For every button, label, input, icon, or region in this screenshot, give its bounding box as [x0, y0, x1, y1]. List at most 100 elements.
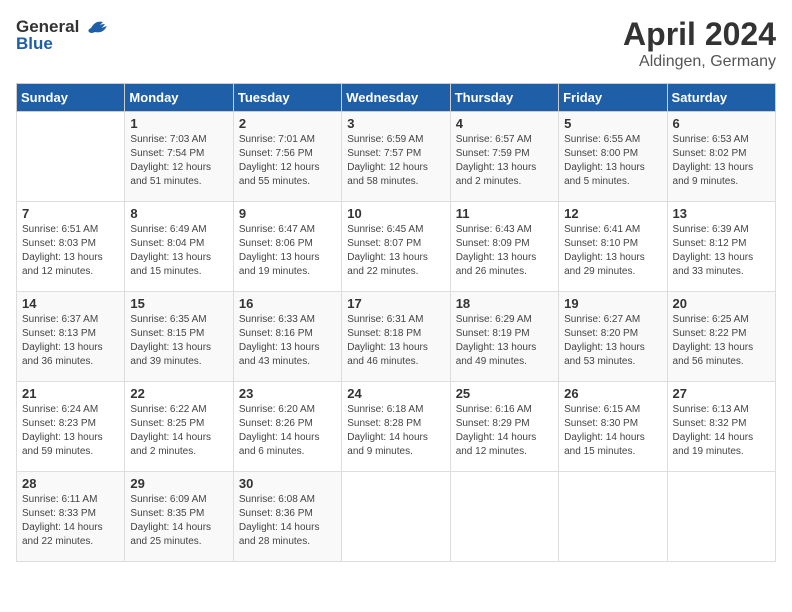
day-number: 9	[239, 206, 336, 221]
day-info: Sunrise: 6:49 AMSunset: 8:04 PMDaylight:…	[130, 223, 227, 279]
day-info: Sunrise: 6:11 AMSunset: 8:33 PMDaylight:…	[22, 493, 119, 549]
day-info: Sunrise: 6:27 AMSunset: 8:20 PMDaylight:…	[564, 313, 661, 369]
day-cell: 13 Sunrise: 6:39 AMSunset: 8:12 PMDayligh…	[667, 202, 775, 292]
day-cell: 11 Sunrise: 6:43 AMSunset: 8:09 PMDayligh…	[450, 202, 558, 292]
day-number: 1	[130, 116, 227, 131]
day-info: Sunrise: 6:08 AMSunset: 8:36 PMDaylight:…	[239, 493, 336, 549]
week-row-3: 14 Sunrise: 6:37 AMSunset: 8:13 PMDayligh…	[17, 292, 776, 382]
day-cell: 19 Sunrise: 6:27 AMSunset: 8:20 PMDayligh…	[559, 292, 667, 382]
header-day-tuesday: Tuesday	[233, 84, 341, 112]
day-info: Sunrise: 6:45 AMSunset: 8:07 PMDaylight:…	[347, 223, 444, 279]
day-cell: 26 Sunrise: 6:15 AMSunset: 8:30 PMDayligh…	[559, 382, 667, 472]
day-info: Sunrise: 6:47 AMSunset: 8:06 PMDaylight:…	[239, 223, 336, 279]
day-cell: 23Sunrise: 6:20 AMSunset: 8:26 PMDayligh…	[233, 382, 341, 472]
day-number: 3	[347, 116, 444, 131]
month-title: April 2024	[623, 16, 776, 53]
day-info: Sunrise: 6:18 AMSunset: 8:28 PMDaylight:…	[347, 403, 444, 459]
header-day-friday: Friday	[559, 84, 667, 112]
day-number: 30	[239, 476, 336, 491]
day-cell: 6Sunrise: 6:53 AMSunset: 8:02 PMDaylight…	[667, 112, 775, 202]
day-info: Sunrise: 6:41 AMSunset: 8:10 PMDaylight:…	[564, 223, 661, 279]
day-cell	[342, 472, 450, 562]
day-number: 7	[22, 206, 119, 221]
day-info: Sunrise: 6:31 AMSunset: 8:18 PMDaylight:…	[347, 313, 444, 369]
week-row-2: 7 Sunrise: 6:51 AMSunset: 8:03 PMDaylight…	[17, 202, 776, 292]
day-number: 26	[564, 386, 661, 401]
day-cell: 10 Sunrise: 6:45 AMSunset: 8:07 PMDayligh…	[342, 202, 450, 292]
day-cell: 3 Sunrise: 6:59 AMSunset: 7:57 PMDaylight…	[342, 112, 450, 202]
day-cell: 21 Sunrise: 6:24 AMSunset: 8:23 PMDayligh…	[17, 382, 125, 472]
day-info: Sunrise: 6:59 AMSunset: 7:57 PMDaylight:…	[347, 133, 444, 189]
day-info: Sunrise: 6:37 AMSunset: 8:13 PMDaylight:…	[22, 313, 119, 369]
day-cell	[450, 472, 558, 562]
day-number: 4	[456, 116, 553, 131]
day-cell	[667, 472, 775, 562]
day-number: 15	[130, 296, 227, 311]
day-info: Sunrise: 6:13 AMSunset: 8:32 PMDaylight:…	[673, 403, 770, 459]
header-day-saturday: Saturday	[667, 84, 775, 112]
day-number: 13	[673, 206, 770, 221]
day-info: Sunrise: 6:39 AMSunset: 8:12 PMDaylight:…	[673, 223, 770, 279]
day-info: Sunrise: 6:15 AMSunset: 8:30 PMDaylight:…	[564, 403, 661, 459]
day-info: Sunrise: 6:16 AMSunset: 8:29 PMDaylight:…	[456, 403, 553, 459]
day-info: Sunrise: 6:53 AMSunset: 8:02 PMDaylight:…	[673, 133, 770, 189]
location-title: Aldingen, Germany	[623, 53, 776, 71]
week-row-4: 21 Sunrise: 6:24 AMSunset: 8:23 PMDayligh…	[17, 382, 776, 472]
day-cell: 4 Sunrise: 6:57 AMSunset: 7:59 PMDaylight…	[450, 112, 558, 202]
day-info: Sunrise: 7:01 AMSunset: 7:56 PMDaylight:…	[239, 133, 336, 189]
header-day-monday: Monday	[125, 84, 233, 112]
day-number: 11	[456, 206, 553, 221]
header-day-sunday: Sunday	[17, 84, 125, 112]
day-info: Sunrise: 6:09 AMSunset: 8:35 PMDaylight:…	[130, 493, 227, 549]
day-number: 27	[673, 386, 770, 401]
day-cell: 18Sunrise: 6:29 AMSunset: 8:19 PMDayligh…	[450, 292, 558, 382]
day-cell: 29Sunrise: 6:09 AMSunset: 8:35 PMDayligh…	[125, 472, 233, 562]
day-number: 21	[22, 386, 119, 401]
day-cell: 1 Sunrise: 7:03 AMSunset: 7:54 PMDaylight…	[125, 112, 233, 202]
day-cell: 7 Sunrise: 6:51 AMSunset: 8:03 PMDaylight…	[17, 202, 125, 292]
day-cell: 25Sunrise: 6:16 AMSunset: 8:29 PMDayligh…	[450, 382, 558, 472]
day-cell: 24 Sunrise: 6:18 AMSunset: 8:28 PMDayligh…	[342, 382, 450, 472]
day-cell: 28 Sunrise: 6:11 AMSunset: 8:33 PMDayligh…	[17, 472, 125, 562]
week-row-5: 28 Sunrise: 6:11 AMSunset: 8:33 PMDayligh…	[17, 472, 776, 562]
header-day-wednesday: Wednesday	[342, 84, 450, 112]
day-number: 2	[239, 116, 336, 131]
day-number: 23	[239, 386, 336, 401]
title-block: April 2024 Aldingen, Germany	[623, 16, 776, 71]
day-number: 28	[22, 476, 119, 491]
day-info: Sunrise: 6:51 AMSunset: 8:03 PMDaylight:…	[22, 223, 119, 279]
day-info: Sunrise: 6:57 AMSunset: 7:59 PMDaylight:…	[456, 133, 553, 189]
day-number: 10	[347, 206, 444, 221]
day-number: 19	[564, 296, 661, 311]
day-cell: 16Sunrise: 6:33 AMSunset: 8:16 PMDayligh…	[233, 292, 341, 382]
header-day-thursday: Thursday	[450, 84, 558, 112]
day-number: 12	[564, 206, 661, 221]
day-info: Sunrise: 6:35 AMSunset: 8:15 PMDaylight:…	[130, 313, 227, 369]
days-header-row: SundayMondayTuesdayWednesdayThursdayFrid…	[17, 84, 776, 112]
day-number: 20	[673, 296, 770, 311]
day-info: Sunrise: 6:24 AMSunset: 8:23 PMDaylight:…	[22, 403, 119, 459]
day-cell	[559, 472, 667, 562]
day-cell: 20 Sunrise: 6:25 AMSunset: 8:22 PMDayligh…	[667, 292, 775, 382]
day-number: 18	[456, 296, 553, 311]
day-cell: 12 Sunrise: 6:41 AMSunset: 8:10 PMDayligh…	[559, 202, 667, 292]
day-cell: 30 Sunrise: 6:08 AMSunset: 8:36 PMDayligh…	[233, 472, 341, 562]
day-cell: 17Sunrise: 6:31 AMSunset: 8:18 PMDayligh…	[342, 292, 450, 382]
day-cell: 27 Sunrise: 6:13 AMSunset: 8:32 PMDayligh…	[667, 382, 775, 472]
day-cell: 9 Sunrise: 6:47 AMSunset: 8:06 PMDaylight…	[233, 202, 341, 292]
day-info: Sunrise: 6:25 AMSunset: 8:22 PMDaylight:…	[673, 313, 770, 369]
day-number: 5	[564, 116, 661, 131]
day-cell: 22 Sunrise: 6:22 AMSunset: 8:25 PMDayligh…	[125, 382, 233, 472]
week-row-1: 1 Sunrise: 7:03 AMSunset: 7:54 PMDaylight…	[17, 112, 776, 202]
day-number: 24	[347, 386, 444, 401]
day-info: Sunrise: 6:43 AMSunset: 8:09 PMDaylight:…	[456, 223, 553, 279]
logo-blue: Blue	[16, 34, 53, 54]
day-cell: 2 Sunrise: 7:01 AMSunset: 7:56 PMDaylight…	[233, 112, 341, 202]
day-number: 8	[130, 206, 227, 221]
day-info: Sunrise: 6:22 AMSunset: 8:25 PMDaylight:…	[130, 403, 227, 459]
day-number: 14	[22, 296, 119, 311]
day-cell: 14 Sunrise: 6:37 AMSunset: 8:13 PMDayligh…	[17, 292, 125, 382]
day-cell: 15 Sunrise: 6:35 AMSunset: 8:15 PMDayligh…	[125, 292, 233, 382]
day-info: Sunrise: 7:03 AMSunset: 7:54 PMDaylight:…	[130, 133, 227, 189]
day-number: 22	[130, 386, 227, 401]
